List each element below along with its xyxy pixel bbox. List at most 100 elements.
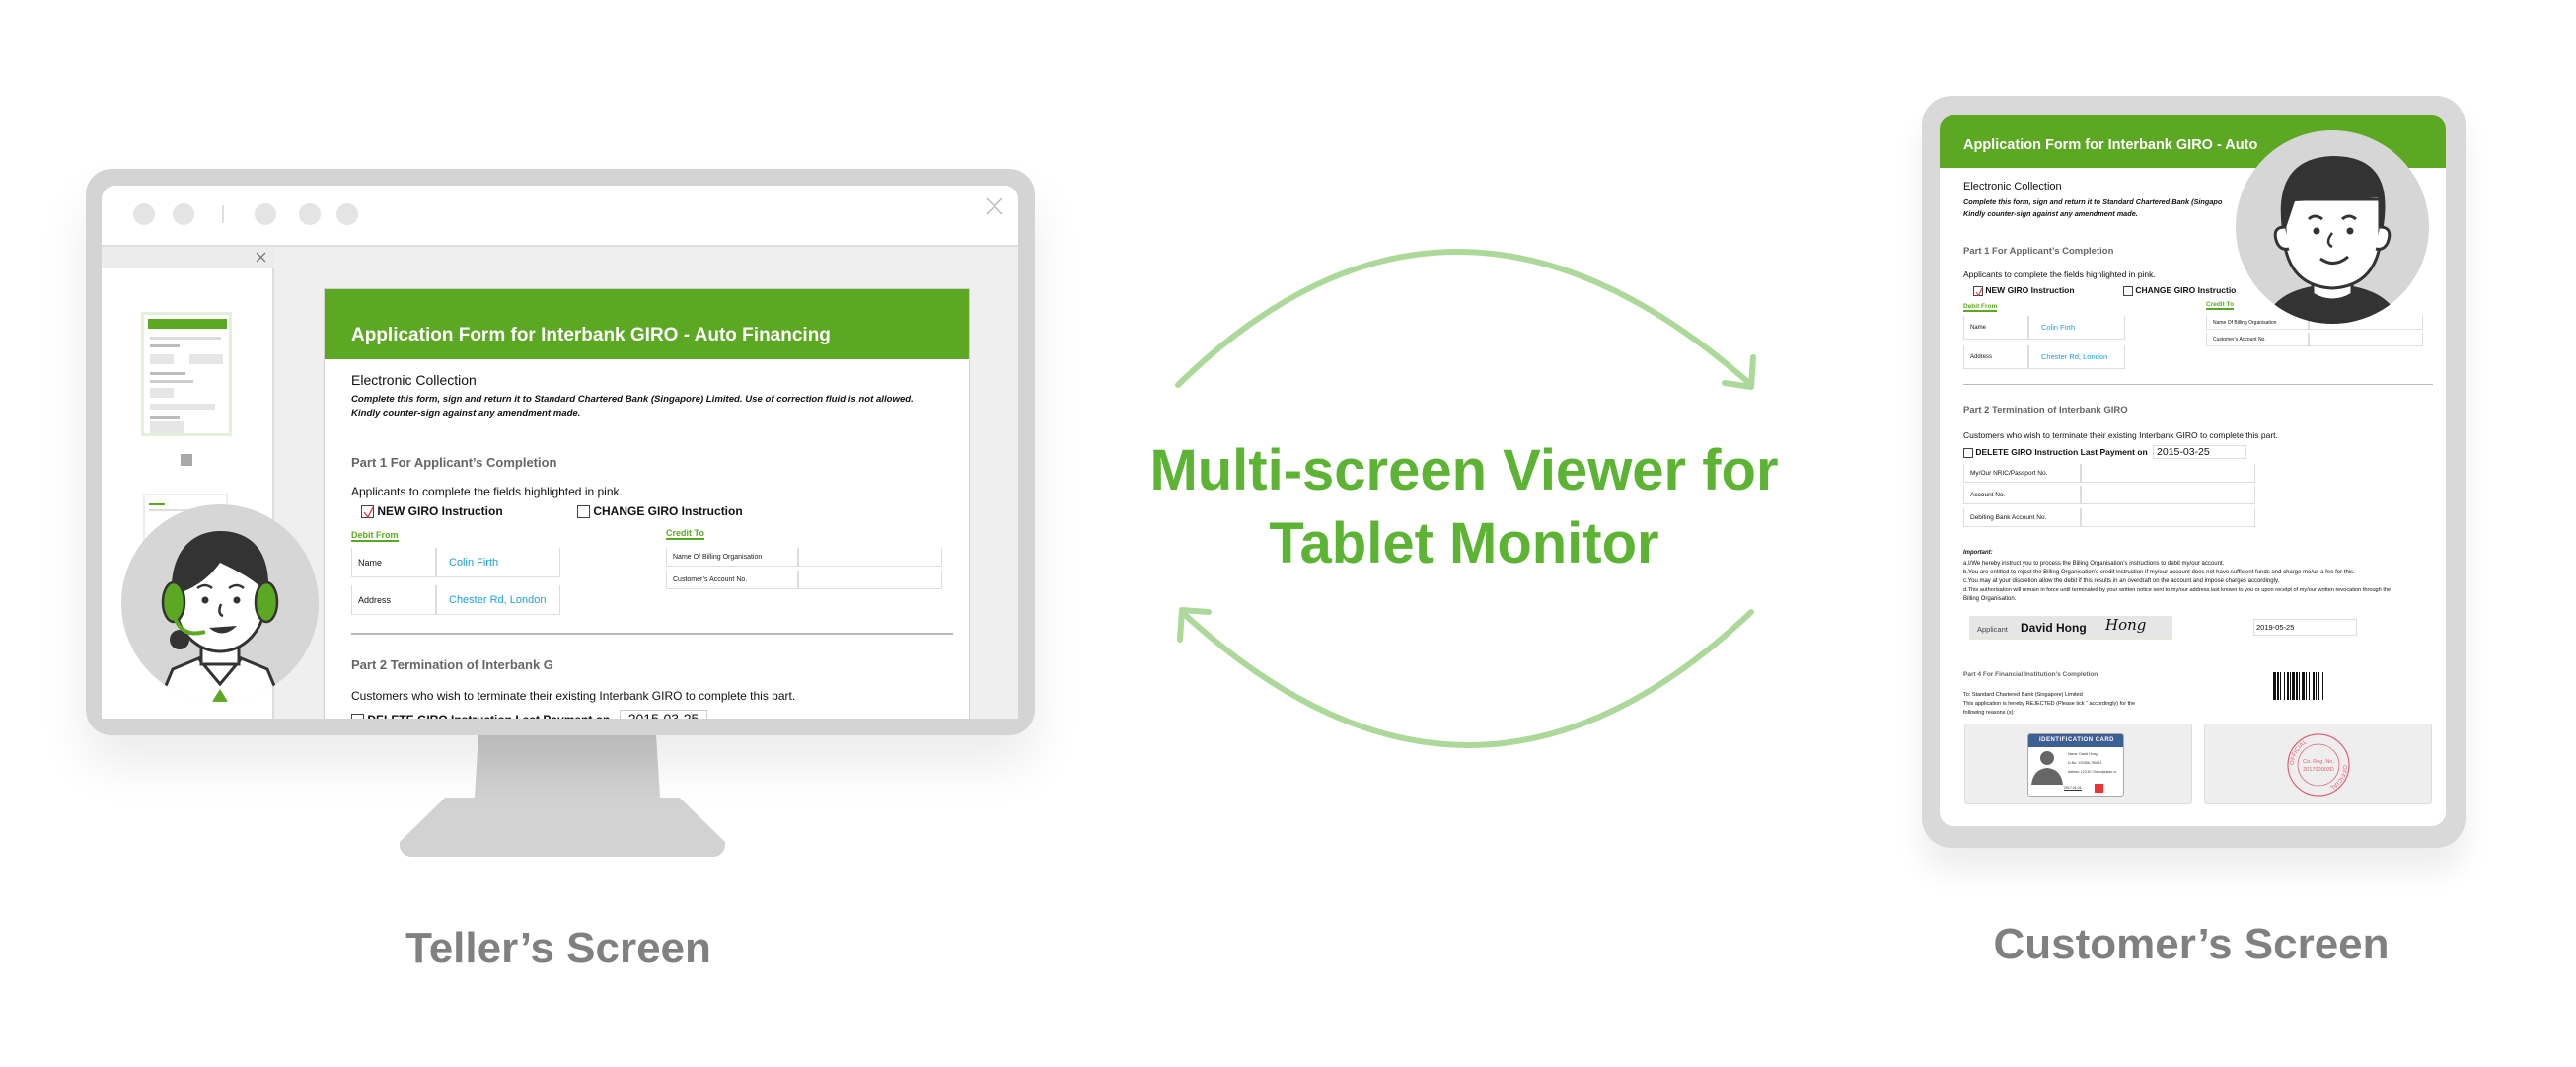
part2-heading: Part 2 Termination of Interbank G [351, 657, 553, 672]
address-row: Address Chester Rd, London [351, 585, 560, 615]
credit-to-label: Credit To [2206, 301, 2235, 310]
billing-org-row: Name Of Billing Organisation [666, 548, 942, 567]
part4-heading: Part 4 For Financial Institution’s Compl… [1963, 671, 2098, 678]
applicant-signature-box[interactable]: Applicant David Hong Hong [1969, 616, 2172, 640]
name-row: Name Colin Firth [351, 548, 560, 577]
id-addr: 123 M, Cheonjansan-ro [2080, 770, 2117, 774]
page-thumbnail[interactable] [141, 312, 232, 436]
name-label: Name [1964, 316, 2029, 339]
id-no-label: D-No: [2068, 761, 2078, 765]
stamp-upload[interactable]: OFFICIAL OFFICIAL Co. Reg. No. 201700003… [2204, 724, 2432, 804]
customer-account-row: Customer’s Account No. [2206, 333, 2423, 346]
toolbar-button[interactable] [299, 203, 321, 225]
signature: Hong [2105, 616, 2147, 634]
toolbar-button[interactable] [133, 203, 155, 225]
id-card-image: IDENTIFICATION CARD Name: David Hong D-N… [2027, 733, 2124, 797]
id-addr-label: Adress: [2068, 770, 2080, 774]
stamp-line-2: 201700003D [2303, 767, 2334, 773]
checkbox-checked[interactable] [361, 505, 374, 519]
delete-giro-label: DELETE GIRO Instruction Last Payment on [1975, 447, 2148, 457]
billing-org-label: Name Of Billing Organisation [667, 548, 799, 566]
close-icon[interactable] [986, 197, 1003, 215]
debiting-account-row: Debiting Bank Account No. [1963, 508, 2255, 527]
applicant-label: Applicant [1977, 625, 2008, 634]
part1-heading: Part 1 For Applicant’s Completion [351, 455, 557, 470]
address-value[interactable]: Chester Rd, London [2029, 352, 2107, 361]
checkbox[interactable] [1963, 447, 1973, 458]
check-icon [1975, 287, 1983, 296]
customer-screen-label: Customer’s Screen [1993, 920, 2390, 968]
document-viewport: Application Form for Interbank GIRO - Au… [274, 247, 1018, 719]
page-indicator [181, 454, 192, 466]
sign-date-field[interactable]: 2019-05-25 [2253, 619, 2357, 636]
barcode-bar [2313, 672, 2315, 700]
name-label: Name [352, 548, 437, 576]
barcode-bar [2292, 672, 2295, 700]
id-no: 123456-789112 [2078, 761, 2102, 765]
barcode [2273, 672, 2323, 700]
name-value[interactable]: Colin Firth [437, 557, 498, 569]
toolbar-button[interactable] [336, 203, 358, 225]
checkbox-checked[interactable] [1973, 285, 1983, 296]
checkbox[interactable] [351, 714, 364, 719]
barcode-bar [2284, 672, 2285, 700]
debit-from-label: Debit From [351, 530, 399, 542]
address-row: Address Chester Rd, London [1963, 345, 2125, 369]
id-card-title: IDENTIFICATION CARD [2028, 734, 2123, 747]
new-giro-option[interactable]: NEW GIRO Instruction [361, 504, 503, 519]
important-item: d.This authorisation will remain in forc… [1963, 587, 2392, 593]
stamp-line-1: Co. Reg. No. [2303, 759, 2334, 765]
delete-giro-label: DELETE GIRO Instruction Last Payment on [367, 713, 610, 719]
last-payment-date[interactable]: 2015-03-25 [619, 710, 708, 719]
applicants-note: Applicants to complete the fields highli… [1963, 269, 2156, 279]
last-payment-date[interactable]: 2015-03-25 [2153, 445, 2247, 459]
id-card-upload[interactable]: IDENTIFICATION CARD Name: David Hong D-N… [1964, 724, 2192, 804]
instructions-line: Complete this form, sign and return it t… [1963, 197, 2223, 206]
important-item: b.You are entitled to reject the Billing… [1963, 570, 2355, 575]
change-giro-option[interactable]: CHANGE GIRO Instructio [2123, 285, 2236, 296]
barcode-bar [2302, 672, 2305, 700]
toolbar-button[interactable] [255, 203, 276, 225]
name-value[interactable]: Colin Firth [2029, 323, 2075, 332]
part1-heading: Part 1 For Applicant’s Completion [1963, 246, 2114, 257]
account-label: Account No. [1964, 486, 2082, 503]
debit-from-label: Debit From [1963, 303, 1998, 312]
barcode-bar [2316, 672, 2317, 700]
id-seal [2095, 784, 2103, 793]
barcode-bar [2318, 672, 2319, 700]
barcode-bar [2309, 672, 2310, 700]
applicants-note: Applicants to complete the fields highli… [351, 485, 623, 498]
id-name: David Hong [2079, 752, 2098, 756]
headline-line-1: Multi-screen Viewer for [1149, 438, 1779, 502]
change-giro-label: CHANGE GIRO Instruction [593, 504, 743, 518]
headline: Multi-screen Viewer for Tablet Monitor [1119, 434, 1809, 580]
important-title: Important: [1963, 550, 1993, 556]
barcode-bar [2280, 672, 2281, 700]
applicant-name: David Hong [2021, 621, 2087, 635]
barcode-bar [2306, 672, 2307, 700]
address-value[interactable]: Chester Rd, London [437, 594, 546, 606]
form-document: Application Form for Interbank GIRO - Au… [324, 288, 970, 719]
toolbar-button[interactable] [173, 203, 194, 225]
address-label: Address [352, 585, 437, 614]
checkbox[interactable] [2123, 285, 2133, 296]
part4-line: This application is hereby REJECTED (Ple… [1963, 701, 2136, 707]
important-item: a.I/We hereby instruct you to process th… [1963, 561, 2225, 567]
customers-note: Customers who wish to terminate their ex… [351, 689, 796, 703]
checkbox[interactable] [577, 505, 590, 519]
barcode-bar [2273, 672, 2276, 700]
account-row: Account No. [1963, 486, 2255, 504]
customer-account-label: Customer’s Account No. [2207, 333, 2310, 345]
instructions-line: Kindly counter-sign against any amendmen… [1963, 209, 2138, 218]
id-name-label: Name: [2068, 752, 2079, 756]
new-giro-option[interactable]: NEW GIRO Instruction [1973, 285, 2075, 296]
instructions-line: Complete this form, sign and return it t… [351, 394, 914, 405]
sidebar-header [102, 247, 274, 268]
person-silhouette-icon [2031, 751, 2063, 785]
headline-line-2: Tablet Monitor [1269, 511, 1659, 575]
change-giro-option[interactable]: CHANGE GIRO Instruction [577, 504, 743, 519]
close-icon[interactable] [256, 252, 266, 263]
delete-giro-option[interactable]: DELETE GIRO Instruction Last Payment on … [351, 710, 708, 719]
delete-giro-option[interactable]: DELETE GIRO Instruction Last Payment on … [1963, 445, 2247, 459]
customer-account-row: Customer’s Account No. [666, 571, 942, 589]
